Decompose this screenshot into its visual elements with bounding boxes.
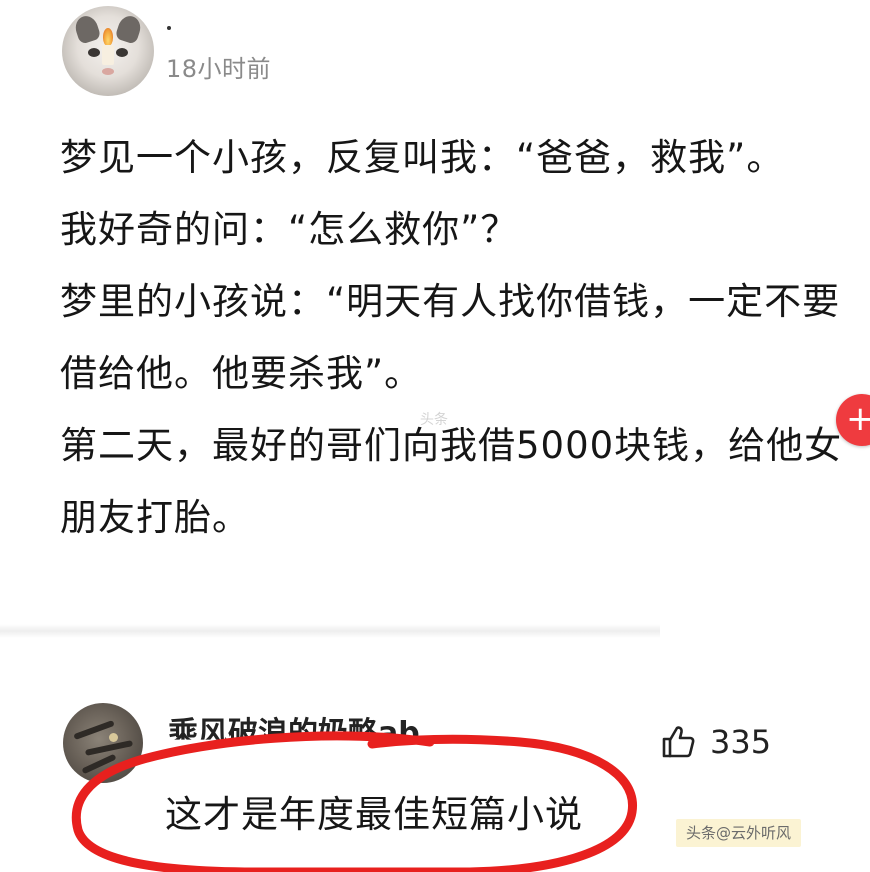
avatar-stripe (81, 753, 117, 775)
comment-text: 这才是年度最佳短篇小说 (165, 793, 583, 836)
avatar-stripe (84, 740, 134, 756)
author-name[interactable] (167, 26, 171, 30)
cat-ear-right (114, 13, 144, 45)
post-line: 梦见一个小孩，反复叫我：“爸爸，救我”。 (60, 136, 785, 179)
commenter-username[interactable]: 乘风破浪的奶酪ab (168, 714, 420, 740)
thumbs-up-icon[interactable] (660, 724, 696, 760)
section-divider (0, 624, 660, 638)
post-line: 朋友打胎。 (60, 496, 250, 539)
post-time: 18小时前 (166, 55, 272, 83)
faint-watermark: 头条 (420, 412, 448, 428)
like-count: 335 (710, 723, 772, 761)
post-body: 梦见一个小孩，反复叫我：“爸爸，救我”。 我好奇的问：“怎么救你”？ 梦里的小孩… (60, 122, 870, 554)
author-avatar[interactable] (62, 6, 154, 96)
post-line: 我好奇的问：“怎么救你”？ (60, 208, 519, 251)
post-line: 梦里的小孩说：“明天有人找你借钱，一定不要 (60, 280, 841, 323)
screenshot-page: 18小时前 梦见一个小孩，反复叫我：“爸爸，救我”。 我好奇的问：“怎么救你”？… (0, 0, 870, 872)
cat-nose (102, 68, 114, 75)
post-line: 第二天，最好的哥们向我借5000块钱，给他女 (60, 424, 843, 467)
source-watermark: 头条@云外听风 (676, 819, 802, 847)
cat-ear-left (72, 13, 102, 45)
commenter-avatar[interactable] (63, 703, 143, 783)
post-line: 借给他。他要杀我”。 (60, 352, 423, 395)
candle (102, 45, 114, 65)
candle-flame (103, 28, 113, 46)
cat-eye-right (116, 48, 128, 57)
avatar-eye (109, 733, 118, 742)
cat-eye-left (88, 48, 100, 57)
